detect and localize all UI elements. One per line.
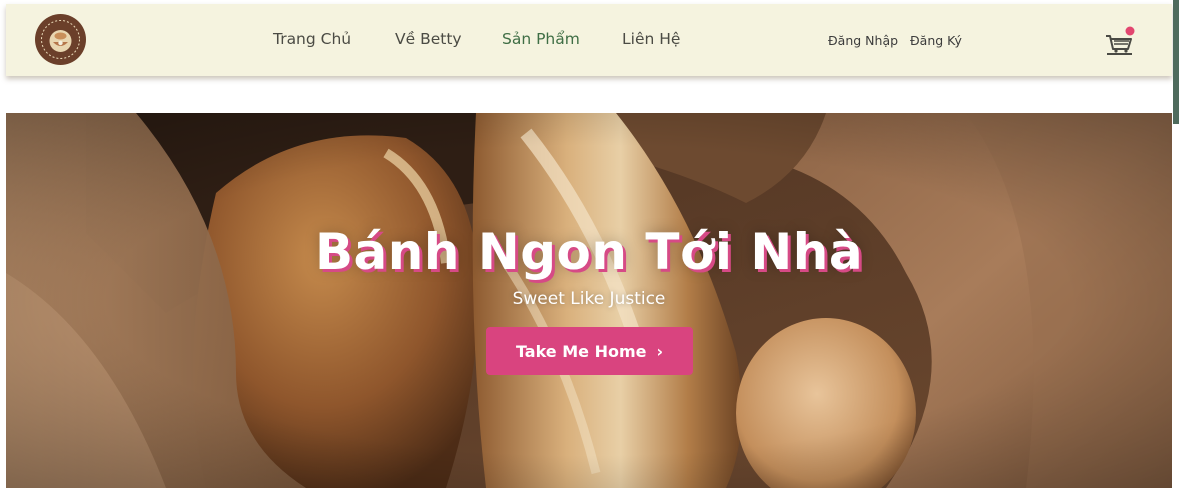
cta-label: Take Me Home [515,341,647,361]
take-me-home-button[interactable]: Take Me Home › [486,327,693,375]
navbar: Trang Chủ Về Betty Sản Phẩm Liên Hệ Đăng… [6,4,1172,76]
cart-button[interactable] [1102,25,1136,59]
hero-banner: Bánh Ngon Tới Nhà Sweet Like Justice Tak… [6,113,1172,488]
chevron-right-icon: › [656,341,664,361]
nav-link-contact[interactable]: Liên Hệ [622,30,680,48]
cart-icon [1106,26,1135,55]
hero-subtitle: Sweet Like Justice [512,289,666,309]
register-link[interactable]: Đăng Ký [910,33,962,48]
login-link[interactable]: Đăng Nhập [828,33,898,48]
nav-link-about-betty[interactable]: Về Betty [395,30,462,48]
bakery-logo-icon [35,14,86,65]
scrollbar-edge[interactable] [1173,0,1179,124]
nav-link-products[interactable]: Sản Phẩm [502,30,580,48]
hero-title: Bánh Ngon Tới Nhà [314,223,864,281]
cart-badge [1125,26,1135,36]
bakery-logo[interactable] [35,14,86,65]
nav-link-home[interactable]: Trang Chủ [273,30,351,48]
